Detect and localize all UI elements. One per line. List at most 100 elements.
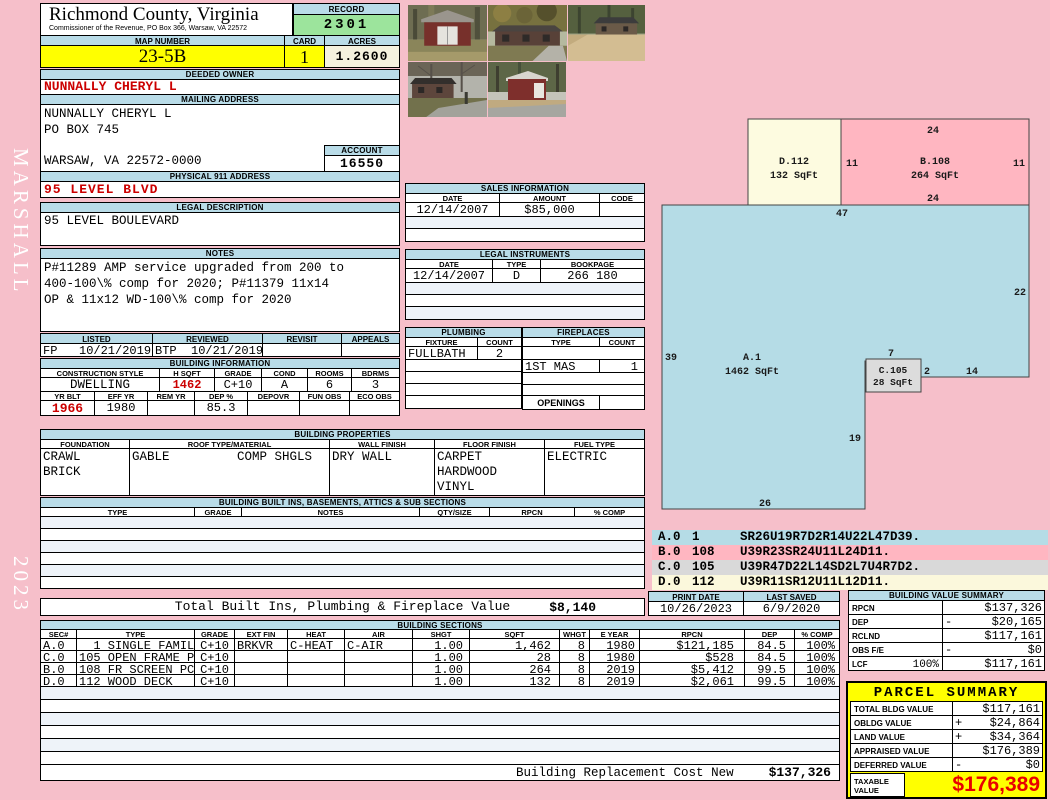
revisit-value (263, 343, 342, 357)
dim-a-bottom: 26 (759, 499, 771, 510)
legend-row-a: A.0 1 SR26U19R7D2R14U22L47D39. (652, 530, 1048, 545)
instr-date: 12/14/2007 (405, 268, 493, 283)
card-value: 1 (285, 45, 325, 68)
vs-lcf-pct: 100% (912, 659, 939, 671)
vs-lcf-value: $117,161 (984, 657, 1042, 671)
photo-image (408, 62, 487, 117)
legal-instruments-table: LEGAL INSTRUMENTS DATE TYPE BOOKPAGE 12/… (405, 249, 645, 320)
ps-obldg-value: $24,864 (989, 716, 1040, 730)
replacement-cost-row: Building Replacement Cost New $137,326 (40, 764, 840, 781)
sketch-canvas: 24 D.112 132 SqFt 11 B.108 264 SqFt 11 2… (661, 118, 1030, 510)
vs-rpcn-cell: $137,326 (943, 600, 1045, 615)
empty-row (40, 699, 840, 713)
sale-date: 12/14/2007 (405, 202, 500, 217)
acres-value: 1.2600 (325, 45, 400, 68)
notes-value: P#11289 AMP service upgraded from 200 to… (40, 258, 400, 332)
plumbing-table: PLUMBING FIXTURE COUNT FULLBATH 2 (405, 327, 522, 409)
hsqft-value: 1462 (160, 377, 215, 392)
vs-lcf-label: LCF 100% (848, 656, 943, 671)
property-photo-shed-front[interactable] (408, 5, 487, 61)
building-sections-table: BUILDING SECTIONS SEC# TYPE GRADE EXT FI… (40, 620, 840, 781)
openings-label: OPENINGS (522, 395, 600, 410)
vs-obs-label: OBS F/E (848, 642, 943, 657)
fireplace-count: 1 (600, 359, 645, 373)
last-saved-value: 6/9/2020 (744, 601, 840, 616)
mailing-name: NUNNALLY CHERYL L (44, 107, 172, 121)
col-bi-rpcn: RPCN (490, 507, 575, 517)
sidebar-vendor-label: MARSHALL (9, 148, 33, 296)
empty-row (405, 395, 522, 409)
construction-style-value: DWELLING (40, 377, 160, 392)
parcel-summary-title: PARCEL SUMMARY (873, 685, 1020, 701)
photo-image (488, 62, 566, 117)
property-photo-house-trees[interactable] (408, 62, 487, 117)
ps-bldg-value: $117,161 (982, 702, 1040, 716)
ps-bldg-cell: $117,161 (953, 701, 1043, 716)
review-table: LISTED REVIEWED REVISIT APPEALS FP 10/21… (40, 333, 400, 357)
funobs-value (300, 400, 350, 416)
empty-row (40, 712, 840, 726)
ps-appraised-label: APPRAISED VALUE (850, 743, 953, 758)
page-title: Richmond County, Virginia (49, 4, 259, 25)
empty-row (40, 686, 840, 700)
col-bi-grade: GRADE (195, 507, 242, 517)
account-value: 16550 (324, 155, 400, 172)
building-information-table: BUILDING INFORMATION CONSTRUCTION STYLE … (40, 358, 400, 416)
property-photo-sandy-yard[interactable] (568, 5, 645, 61)
building-value-summary: BUILDING VALUE SUMMARY RPCN $137,326 DEP… (848, 590, 1045, 671)
ecoobs-value (350, 400, 400, 416)
dim-b-top: 24 (927, 126, 939, 137)
fireplaces-table: FIREPLACES TYPE COUNT 1ST MAS 1 OPENINGS (522, 327, 645, 410)
sketch-area-main-dwelling (661, 204, 1030, 510)
col-fireplace-type: TYPE (522, 337, 600, 347)
cond-value: A (262, 377, 308, 392)
instr-bookpage: 266 180 (541, 268, 645, 283)
col-bi-comp: % COMP (575, 507, 645, 517)
building-sketch: 24 D.112 132 SqFt 11 B.108 264 SqFt 11 2… (650, 108, 1048, 528)
sketch-c-sqft: 28 SqFt (873, 377, 913, 388)
ps-appraised-value: $176,389 (982, 744, 1040, 758)
mailing-city: WARSAW, VA 22572-0000 (44, 154, 202, 168)
fixture-value: FULLBATH (405, 346, 478, 360)
built-ins-total-value: $8,140 (549, 600, 596, 615)
vs-rclnd-label: RCLND (848, 628, 943, 643)
sales-information-table: SALES INFORMATION DATE AMOUNT CODE 12/14… (405, 183, 645, 242)
col-fireplace-count: COUNT (600, 337, 645, 347)
roof-value: GABLE COMP SHGLS (130, 448, 330, 496)
sketch-legend: A.0 1 SR26U19R7D2R14U22L47D39. B.0 108 U39R2… (652, 530, 1048, 590)
dim-a-right: 22 (1014, 288, 1026, 299)
vs-rpcn-label: RPCN (848, 600, 943, 615)
built-ins-total-row: Total Built Ins, Plumbing & Fireplace Va… (40, 598, 645, 616)
empty-row (405, 306, 645, 320)
property-record-card: { "sidebar":{"vendor":"MARSHALL","year":… (0, 0, 1050, 800)
map-card-acres-table: MAP NUMBER CARD ACRES 23-5B 1 1.2600 (40, 35, 400, 68)
taxable-value-label: TAXABLE VALUE (850, 773, 905, 797)
vs-dep-cell: - $20,165 (943, 614, 1045, 629)
instr-type: D (493, 268, 541, 283)
property-photo-house-front[interactable] (488, 5, 567, 61)
taxable-value: $176,389 (952, 773, 1040, 796)
section-row-d: D.0 112 WOOD DECK C+10 1.00 132 8 2019 $… (40, 674, 840, 687)
legend-row-c: C.0 105 U39R47D22L14SD2L7U4R7D2. (652, 560, 1048, 575)
print-dates-table: PRINT DATE LAST SAVED 10/26/2023 6/9/202… (648, 591, 840, 616)
vs-lcf-cell: $117,161 (943, 656, 1045, 671)
commissioner-line: Commissioner of the Revenue, PO Box 366,… (49, 25, 248, 32)
ps-deferred-cell: - $0 (953, 757, 1043, 772)
map-number-value: 23-5B (40, 45, 285, 68)
ps-land-label: LAND VALUE (850, 729, 953, 744)
mailing-line1: PO BOX 745 (44, 123, 120, 137)
wall-finish-value: DRY WALL (330, 448, 435, 496)
photo-image (408, 5, 487, 61)
reviewed-value: BTP 10/21/2019 (153, 343, 263, 357)
rooms-value: 6 (308, 377, 352, 392)
ps-bldg-label: TOTAL BLDG VALUE (850, 701, 953, 716)
appeals-value (342, 343, 400, 357)
sale-amount: $85,000 (500, 202, 600, 217)
sketch-d-sqft: 132 SqFt (770, 171, 818, 182)
ps-obldg-cell: + $24,864 (953, 715, 1043, 730)
property-photo-shed-side[interactable] (488, 62, 566, 117)
empty-row (522, 346, 645, 360)
vs-rclnd-value: $117,161 (984, 629, 1042, 643)
empty-row (40, 576, 645, 589)
dim-d-right: 11 (846, 159, 858, 170)
